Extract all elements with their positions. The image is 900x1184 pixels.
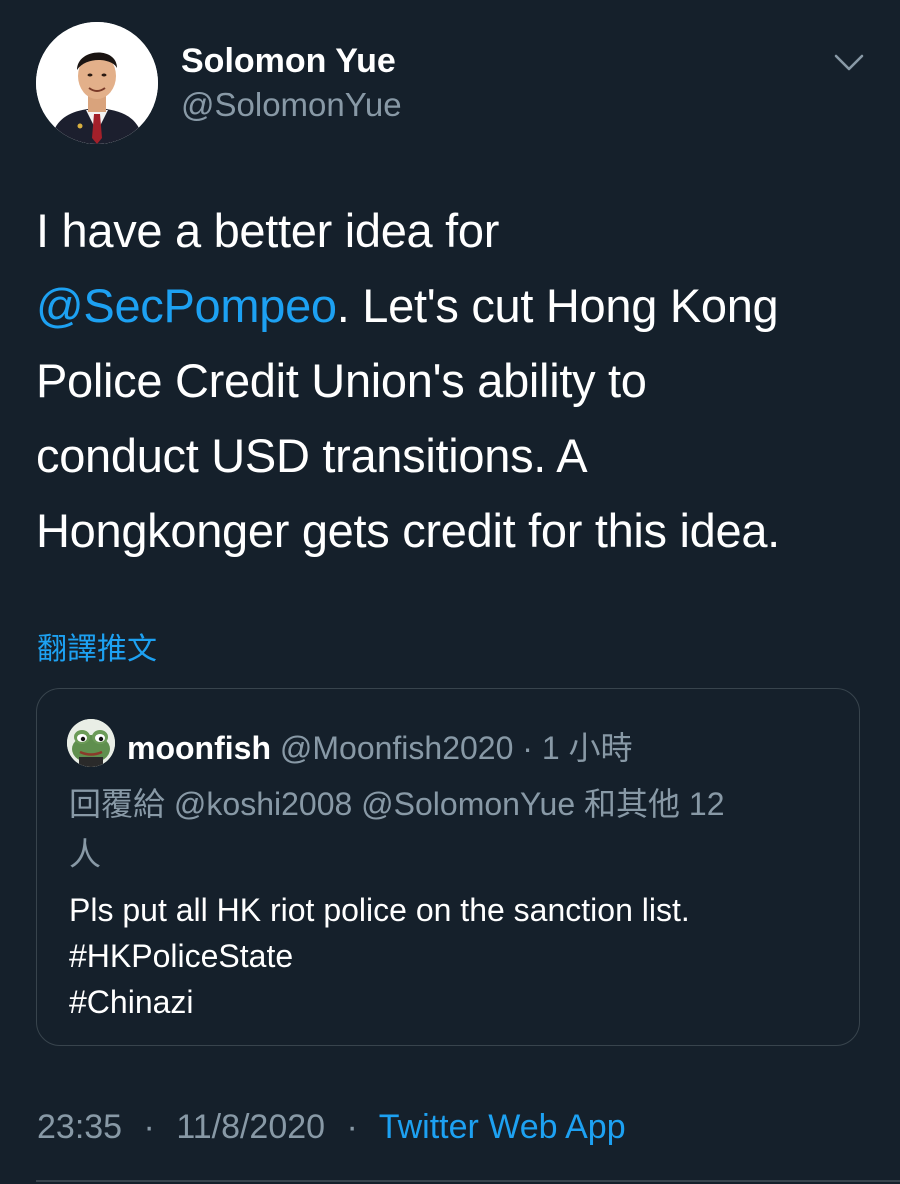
tweet-text-line: I have a better idea for [36,204,500,257]
hashtag-link[interactable]: #HKPoliceState [69,933,839,979]
tweet-header: Solomon Yue @SolomonYue [36,22,866,146]
author-avatar[interactable] [36,22,158,144]
tweet-text-line: @SecPompeo. Let's cut Hong Kong [36,268,866,343]
frog-avatar-icon [67,719,115,767]
reply-suffix: 和其他 12 [584,786,725,822]
reply-mentions[interactable]: @koshi2008 @SolomonYue [174,786,575,822]
quoted-text-line: Pls put all HK riot police on the sancti… [69,892,690,928]
tweet-detail: Solomon Yue @SolomonYue I have a better … [0,0,900,1184]
tweet-text-line: Hongkonger gets credit for this idea. [36,504,780,557]
separator-dot: · [346,1108,358,1146]
hashtag-link[interactable]: #Chinazi [69,979,839,1025]
divider [36,1180,900,1182]
reply-suffix-line2: 人 [69,836,102,872]
separator-dot: · [143,1108,155,1146]
tweet-menu-button[interactable] [832,48,866,76]
author-name[interactable]: Solomon Yue [181,42,396,81]
quoted-avatar[interactable] [67,719,115,767]
tweet-time[interactable]: 23:35 [37,1108,122,1146]
quoted-tweet[interactable]: moonfish @Moonfish2020 · 1 小時 回覆給 @koshi… [36,688,860,1046]
quoted-timestamp: 1 小時 [541,730,633,766]
reply-prefix: 回覆給 [69,786,166,822]
chevron-down-icon [834,54,864,71]
quoted-header: moonfish @Moonfish2020 · 1 小時 [127,723,633,769]
author-handle[interactable]: @SolomonYue [181,86,402,124]
quoted-text: Pls put all HK riot police on the sancti… [69,887,839,1025]
mention-link[interactable]: @SecPompeo [36,279,337,332]
separator-dot: · [522,730,533,766]
quoted-author-name[interactable]: moonfish [127,730,271,766]
tweet-text-fragment: . Let's cut Hong Kong [336,279,779,332]
user-photo-icon [36,22,158,144]
tweet-text-line: Police Credit Union's ability to [36,354,647,407]
quoted-reply-context: 回覆給 @koshi2008 @SolomonYue 和其他 12 人 [69,779,829,879]
translate-tweet-link[interactable]: 翻譯推文 [37,624,157,668]
tweet-date[interactable]: 11/8/2020 [176,1108,325,1146]
tweet-meta: 23:35 · 11/8/2020 · Twitter Web App [37,1108,626,1147]
tweet-text-line: conduct USD transitions. A [36,429,588,482]
tweet-text: I have a better idea for @SecPompeo. Let… [36,193,866,568]
quoted-author-handle[interactable]: @Moonfish2020 [280,730,514,766]
source-app-link[interactable]: Twitter Web App [379,1108,626,1146]
